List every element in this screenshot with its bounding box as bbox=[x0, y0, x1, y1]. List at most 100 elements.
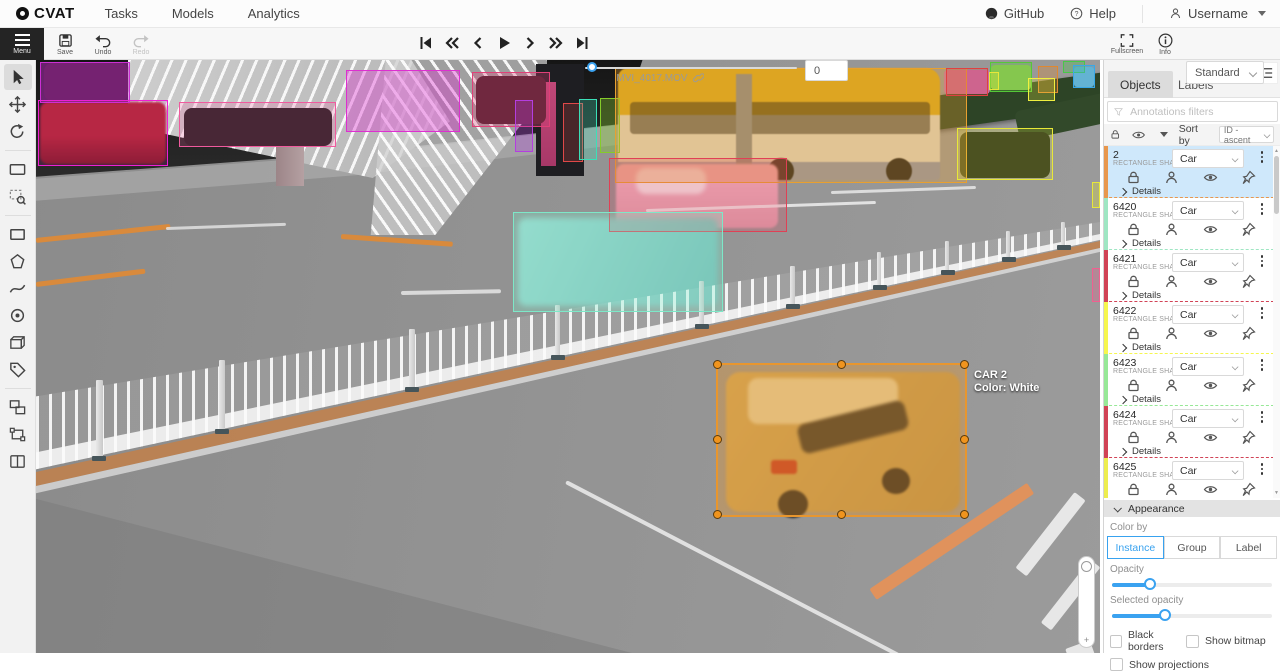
annotation-selected-car-box[interactable] bbox=[716, 363, 967, 517]
lock-icon[interactable] bbox=[1126, 326, 1141, 341]
hidden-icon[interactable] bbox=[1203, 170, 1218, 185]
info-button[interactable]: Info bbox=[1148, 30, 1182, 59]
occluded-icon[interactable] bbox=[1164, 378, 1179, 393]
object-item-6423[interactable]: 6423RECTANGLE SHAPECarDetails bbox=[1104, 354, 1274, 406]
link-icon[interactable] bbox=[693, 73, 704, 84]
object-actions-menu[interactable] bbox=[1257, 151, 1267, 167]
object-item-6420[interactable]: 6420RECTANGLE SHAPECarDetails bbox=[1104, 198, 1274, 250]
occluded-icon[interactable] bbox=[1164, 326, 1179, 341]
annotation-person-box-purple[interactable] bbox=[515, 100, 533, 152]
color-by-instance-button[interactable]: Instance bbox=[1107, 536, 1164, 559]
annotation-car-box-magenta[interactable] bbox=[38, 100, 168, 166]
tool-cursor[interactable] bbox=[4, 64, 32, 90]
selected-opacity-slider-handle[interactable] bbox=[1159, 609, 1171, 621]
annotation-car-box-yellow[interactable] bbox=[957, 128, 1053, 180]
nav-item-models[interactable]: Models bbox=[172, 6, 214, 21]
lock-icon[interactable] bbox=[1126, 222, 1141, 237]
checkbox-icon[interactable] bbox=[1110, 635, 1122, 648]
object-details-toggle[interactable]: Details bbox=[1120, 446, 1161, 457]
tool-draw-points[interactable] bbox=[4, 302, 32, 328]
resize-handle[interactable] bbox=[713, 435, 722, 444]
resize-handle[interactable] bbox=[960, 360, 969, 369]
object-details-toggle[interactable]: Details bbox=[1120, 238, 1161, 249]
annotation-car-box-pink[interactable] bbox=[179, 102, 336, 147]
tool-group-shapes[interactable] bbox=[4, 421, 32, 447]
hidden-icon[interactable] bbox=[1203, 482, 1218, 497]
annotation-box-blue-tiny[interactable] bbox=[1073, 65, 1095, 88]
hidden-icon[interactable] bbox=[1203, 326, 1218, 341]
object-actions-menu[interactable] bbox=[1257, 463, 1267, 479]
lock-icon[interactable] bbox=[1126, 274, 1141, 289]
annotation-car-box-teal[interactable] bbox=[513, 212, 723, 312]
annotation-canvas[interactable]: CAR 2Color: White bbox=[36, 60, 1100, 653]
tab-objects[interactable]: Objects bbox=[1108, 71, 1173, 98]
selected-opacity-slider[interactable] bbox=[1112, 609, 1272, 621]
annotation-person-box-teal[interactable] bbox=[579, 99, 597, 160]
annotation-car-box-purple[interactable] bbox=[40, 62, 130, 103]
pinned-icon[interactable] bbox=[1241, 482, 1256, 497]
tool-draw-polyline[interactable] bbox=[4, 275, 32, 301]
lock-icon[interactable] bbox=[1126, 378, 1141, 393]
lock-all-icon[interactable] bbox=[1110, 128, 1121, 141]
tool-setup-tag[interactable] bbox=[4, 356, 32, 382]
color-by-group-button[interactable]: Group bbox=[1164, 536, 1221, 559]
hidden-icon[interactable] bbox=[1203, 378, 1218, 393]
last-frame-button[interactable] bbox=[571, 31, 593, 55]
workspace-mode-select[interactable]: Standard bbox=[1186, 61, 1264, 84]
object-label-select[interactable]: Car bbox=[1172, 461, 1244, 480]
opacity-slider[interactable] bbox=[1112, 578, 1272, 590]
object-label-select[interactable]: Car bbox=[1172, 305, 1244, 324]
save-button[interactable]: Save bbox=[48, 30, 82, 59]
menu-button[interactable]: Menu bbox=[0, 28, 44, 60]
color-by-label-button[interactable]: Label bbox=[1220, 536, 1277, 559]
appearance-header[interactable]: Appearance bbox=[1104, 500, 1280, 517]
nav-item-tasks[interactable]: Tasks bbox=[105, 6, 138, 21]
canvas-scrollbar-thumb[interactable] bbox=[1081, 561, 1092, 572]
scrollbar-thumb[interactable] bbox=[1274, 156, 1279, 214]
occluded-icon[interactable] bbox=[1164, 170, 1179, 185]
tool-split-track[interactable] bbox=[4, 448, 32, 474]
tool-draw-rectangle[interactable] bbox=[4, 221, 32, 247]
scroll-up-icon[interactable]: ▲ bbox=[1273, 148, 1280, 154]
lock-icon[interactable] bbox=[1126, 482, 1141, 497]
object-label-select[interactable]: Car bbox=[1172, 357, 1244, 376]
tool-merge-shapes[interactable] bbox=[4, 394, 32, 420]
pinned-icon[interactable] bbox=[1241, 326, 1256, 341]
hidden-icon[interactable] bbox=[1203, 274, 1218, 289]
annotation-car-box-crimson[interactable] bbox=[472, 72, 550, 127]
expand-all-icon[interactable] bbox=[1160, 132, 1168, 137]
previous-button[interactable] bbox=[467, 31, 489, 55]
play-button[interactable] bbox=[493, 31, 515, 55]
annotations-filter-box[interactable] bbox=[1107, 101, 1278, 122]
tool-select-region[interactable] bbox=[4, 183, 32, 209]
hidden-icon[interactable] bbox=[1203, 222, 1218, 237]
annotation-car-box-red-2[interactable] bbox=[946, 68, 988, 96]
resize-handle[interactable] bbox=[960, 435, 969, 444]
annotation-stairs-box-magenta[interactable] bbox=[346, 70, 460, 132]
checkbox-show-bitmap[interactable]: Show bitmap bbox=[1186, 629, 1276, 653]
object-details-toggle[interactable]: Details bbox=[1120, 394, 1161, 405]
lock-icon[interactable] bbox=[1126, 170, 1141, 185]
object-actions-menu[interactable] bbox=[1257, 359, 1267, 375]
object-label-select[interactable]: Car bbox=[1172, 409, 1244, 428]
resize-handle[interactable] bbox=[837, 360, 846, 369]
pinned-icon[interactable] bbox=[1241, 274, 1256, 289]
tool-fit-image[interactable] bbox=[4, 156, 32, 182]
pinned-icon[interactable] bbox=[1241, 222, 1256, 237]
backward-button[interactable] bbox=[441, 31, 463, 55]
object-label-select[interactable]: Car bbox=[1172, 201, 1244, 220]
help-link[interactable]: ? Help bbox=[1070, 6, 1116, 21]
checkbox-black-borders[interactable]: Black borders bbox=[1110, 629, 1186, 653]
resize-handle[interactable] bbox=[960, 510, 969, 519]
annotation-edge-box-yellow[interactable] bbox=[1092, 182, 1100, 208]
hide-all-icon[interactable] bbox=[1132, 129, 1145, 141]
nav-item-analytics[interactable]: Analytics bbox=[248, 6, 300, 21]
forward-button[interactable] bbox=[545, 31, 567, 55]
object-details-toggle[interactable]: Details bbox=[1120, 342, 1161, 353]
annotations-filter-input[interactable] bbox=[1128, 105, 1271, 119]
frame-slider[interactable] bbox=[585, 67, 797, 69]
objects-list-scrollbar[interactable]: ▲ ▼ bbox=[1273, 146, 1280, 498]
first-frame-button[interactable] bbox=[415, 31, 437, 55]
resize-handle[interactable] bbox=[837, 510, 846, 519]
object-item-6425[interactable]: 6425RECTANGLE SHAPECarDetails bbox=[1104, 458, 1274, 498]
